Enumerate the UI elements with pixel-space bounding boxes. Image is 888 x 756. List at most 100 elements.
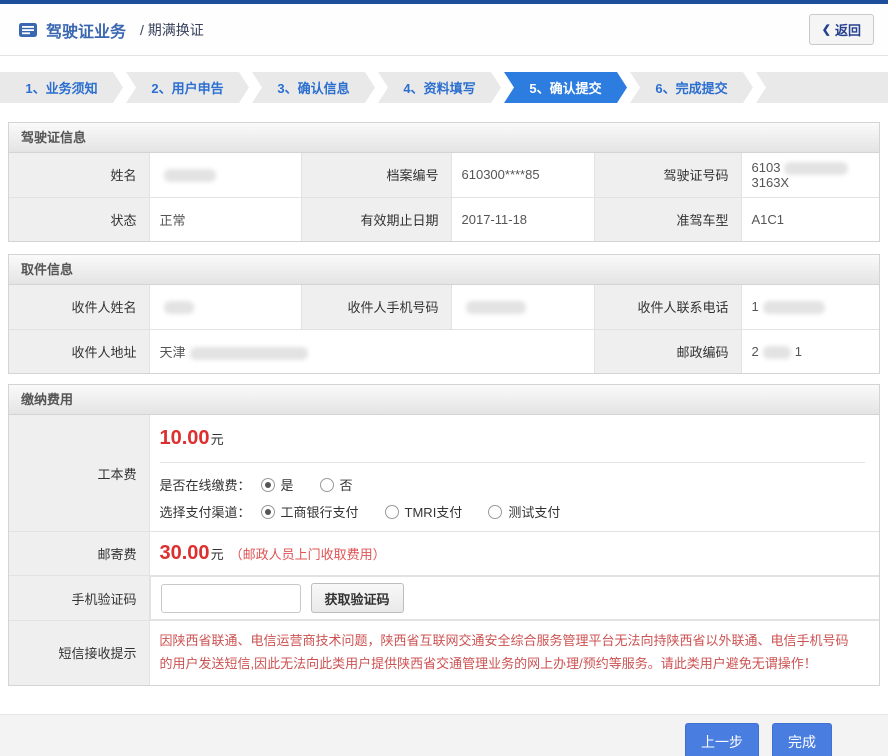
recipient-name-label: 收件人姓名 [9,285,149,329]
title-wrap: 驾驶证业务 / 期满换证 [18,18,204,42]
radio-unselected-icon [320,478,334,492]
license-section-title: 驾驶证信息 [9,123,879,153]
breadcrumb: / 期满换证 [140,20,204,40]
recipient-phone-label: 收件人联系电话 [594,285,741,329]
fee-divider [160,462,866,463]
radio-online-no[interactable]: 否 [320,475,353,494]
postage-unit: 元 [211,547,224,562]
radio-label: 测试支付 [508,502,560,521]
redacted-postcode [763,346,791,359]
file-number-value: 610300****85 [451,153,594,197]
radio-online-yes[interactable]: 是 [261,475,294,494]
file-number-label: 档案编号 [301,153,451,197]
postage-label: 邮寄费 [9,532,149,576]
get-captcha-button[interactable]: 获取验证码 [311,583,404,613]
table-row: 工本费 10.00元 是否在线缴费： 是 否 选择支付渠道： 工商银行支付 TM… [9,415,879,532]
redacted-recipient-phone [763,301,825,314]
previous-step-button[interactable]: 上一步 [685,723,759,756]
radio-label: 工商银行支付 [281,502,359,521]
online-payment-question-row: 是否在线缴费： 是 否 [160,475,866,494]
step-label: 3、确认信息 [277,78,349,97]
expiry-value: 2017-11-18 [451,197,594,241]
recipient-address-value: 天津 [149,329,594,373]
sms-hint-label: 短信接收提示 [9,621,149,685]
captcha-label: 手机验证码 [9,576,149,621]
table-row: 手机验证码 获取验证码 [9,576,879,621]
step-5-confirm-submit-active: 5、确认提交 [504,72,627,103]
radio-label: 否 [340,475,353,494]
radio-unselected-icon [385,505,399,519]
fee-cell: 10.00元 是否在线缴费： 是 否 选择支付渠道： 工商银行支付 TMRI支付… [149,415,879,532]
postage-cell: 30.00元（邮政人员上门收取费用） [149,532,879,576]
fee-unit: 元 [211,432,224,447]
radio-channel-test[interactable]: 测试支付 [488,502,560,521]
back-button-label: 返回 [835,20,861,39]
radio-channel-tmri[interactable]: TMRI支付 [385,502,463,521]
step-4-fill-data: 4、资料填写 [378,72,501,103]
redacted-name [164,169,216,182]
finish-button[interactable]: 完成 [772,723,832,756]
step-label: 6、完成提交 [655,78,727,97]
status-value: 正常 [149,197,301,241]
recipient-mobile-value [451,285,594,329]
fee-amount-line: 10.00元 [160,427,866,450]
form-list-icon [18,22,38,38]
pickup-info-section: 取件信息 收件人姓名 收件人手机号码 收件人联系电话 1 收件人地址 天津 邮政… [8,254,880,374]
step-3-confirm-info: 3、确认信息 [252,72,375,103]
footer-action-bar: 上一步 完成 [0,714,888,756]
captcha-input[interactable] [161,584,301,613]
table-row: 邮寄费 30.00元（邮政人员上门收取费用） [9,532,879,576]
recipient-name-value [149,285,301,329]
expiry-label: 有效期止日期 [301,197,451,241]
radio-channel-icbc[interactable]: 工商银行支付 [261,502,359,521]
payment-channel-question: 选择支付渠道： [160,502,251,521]
step-1-business-notice: 1、业务须知 [0,72,123,103]
redacted-license-number [784,162,848,175]
radio-unselected-icon [488,505,502,519]
captcha-cell: 获取验证码 [150,576,880,620]
sms-hint-cell: 因陕西省联通、电信运营商技术问题，陕西省互联网交通安全综合服务管理平台无法向持陕… [149,621,879,685]
step-label: 4、资料填写 [403,78,475,97]
breadcrumb-divider: / [140,22,144,38]
step-bar-tail [756,72,888,103]
payment-section-title: 缴纳费用 [9,385,879,415]
table-row: 状态 正常 有效期止日期 2017-11-18 准驾车型 A1C1 [9,197,879,241]
vehicle-class-value: A1C1 [741,197,879,241]
postcode-prefix: 2 [752,344,759,359]
radio-label: 是 [281,475,294,494]
step-6-complete-submit: 6、完成提交 [630,72,753,103]
recipient-mobile-label: 收件人手机号码 [301,285,451,329]
license-info-table: 姓名 档案编号 610300****85 驾驶证号码 61033163X 状态 … [9,153,879,241]
recipient-address-prefix: 天津 [160,345,186,360]
chevron-left-icon: ❮ [822,23,831,36]
recipient-address-label: 收件人地址 [9,329,149,373]
table-row: 姓名 档案编号 610300****85 驾驶证号码 61033163X [9,153,879,197]
license-number-label: 驾驶证号码 [594,153,741,197]
payment-section: 缴纳费用 工本费 10.00元 是否在线缴费： 是 否 选择支付渠道： [8,384,880,686]
page-title: 驾驶证业务 [46,18,126,42]
license-number-suffix: 3163X [752,175,790,190]
step-2-user-declaration: 2、用户申告 [126,72,249,103]
postage-note: （邮政人员上门收取费用） [230,547,386,562]
header: 驾驶证业务 / 期满换证 ❮ 返回 [0,4,888,56]
payment-channel-question-row: 选择支付渠道： 工商银行支付 TMRI支付 测试支付 [160,502,866,521]
pickup-info-table: 收件人姓名 收件人手机号码 收件人联系电话 1 收件人地址 天津 邮政编码 21 [9,285,879,373]
step-label: 5、确认提交 [529,78,601,97]
recipient-phone-prefix: 1 [752,299,759,314]
step-progress-bar: 1、业务须知 2、用户申告 3、确认信息 4、资料填写 5、确认提交 6、完成提… [0,72,888,103]
step-label: 1、业务须知 [25,78,97,97]
postcode-suffix: 1 [795,344,802,359]
radio-selected-icon [261,505,275,519]
sms-hint-text: 因陕西省联通、电信运营商技术问题，陕西省互联网交通安全综合服务管理平台无法向持陕… [160,630,862,676]
postcode-value: 21 [741,329,879,373]
license-number-value: 61033163X [741,153,879,197]
breadcrumb-current: 期满换证 [148,22,204,38]
step-label: 2、用户申告 [151,78,223,97]
payment-table: 工本费 10.00元 是否在线缴费： 是 否 选择支付渠道： 工商银行支付 TM… [9,415,879,685]
back-button[interactable]: ❮ 返回 [809,14,874,45]
table-row: 收件人姓名 收件人手机号码 收件人联系电话 1 [9,285,879,329]
status-label: 状态 [9,197,149,241]
pickup-section-title: 取件信息 [9,255,879,285]
vehicle-class-label: 准驾车型 [594,197,741,241]
table-row: 收件人地址 天津 邮政编码 21 [9,329,879,373]
